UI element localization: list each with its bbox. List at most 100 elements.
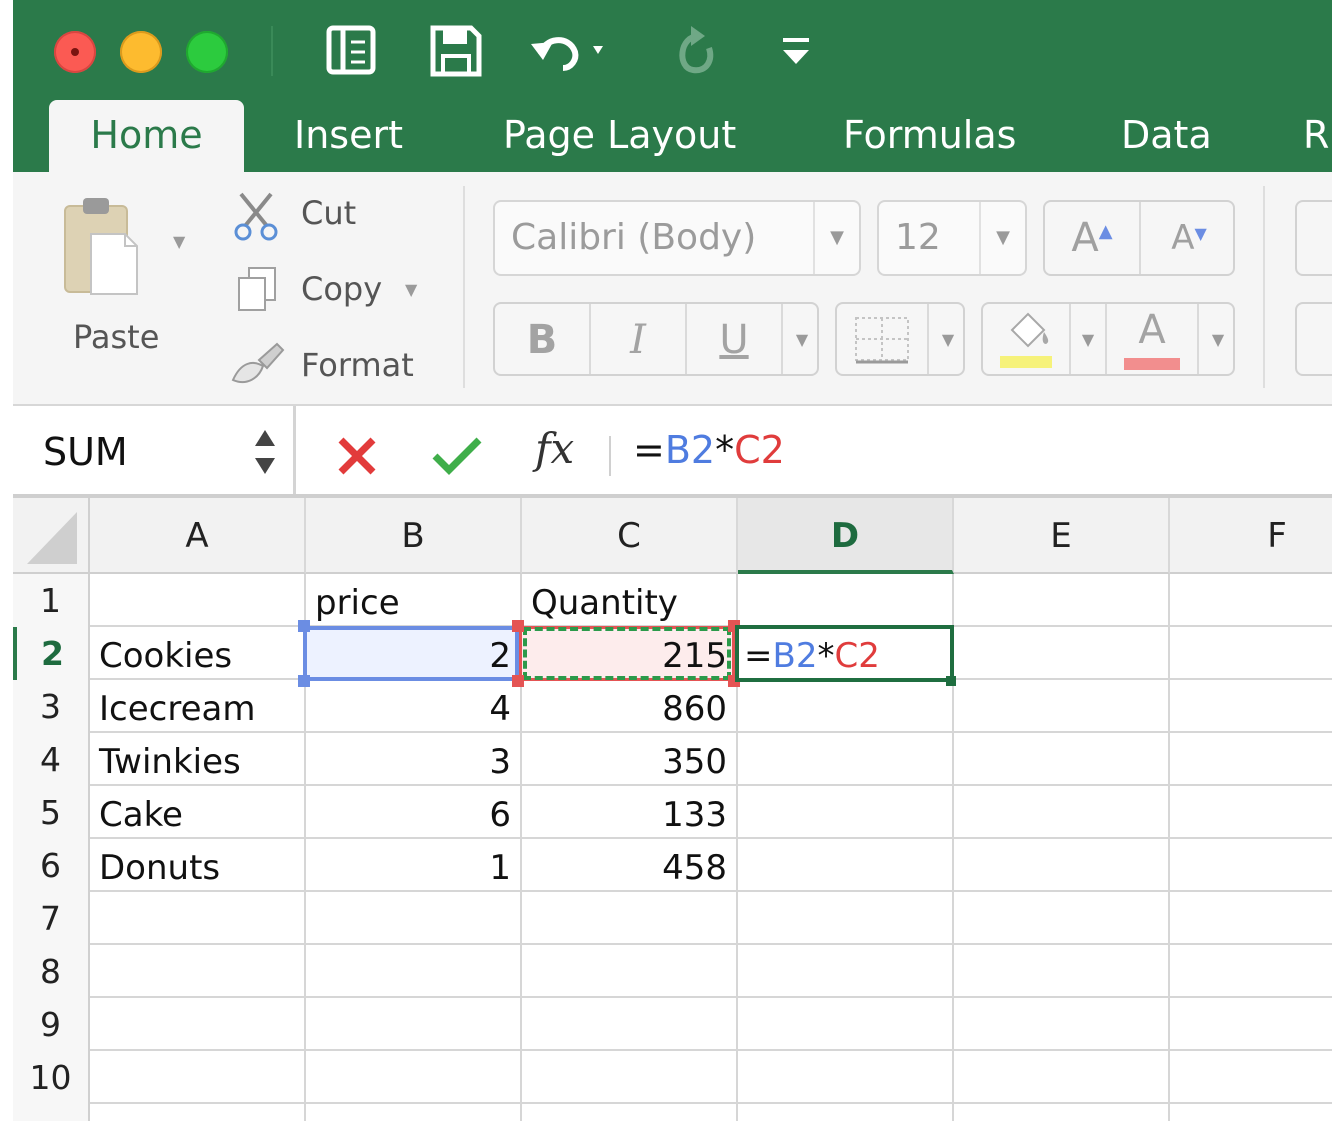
name-box-stepper-icon[interactable] bbox=[251, 422, 279, 480]
close-window-button[interactable] bbox=[54, 31, 96, 73]
cancel-icon[interactable] bbox=[335, 434, 379, 478]
row-header-6[interactable]: 6 bbox=[13, 839, 90, 892]
copy-icon[interactable] bbox=[233, 264, 283, 316]
row-header-1[interactable]: 1 bbox=[13, 574, 90, 627]
row-header-8[interactable]: 8 bbox=[13, 945, 90, 998]
title-bar: Home Insert Page Layout Formulas Data R bbox=[13, 0, 1332, 172]
cell-c3[interactable]: 860 bbox=[522, 680, 736, 733]
scissors-icon[interactable] bbox=[231, 190, 281, 242]
paste-label[interactable]: Paste bbox=[73, 318, 159, 356]
decrease-font-size-button[interactable]: A▼ bbox=[1141, 202, 1233, 274]
formula-input[interactable]: =B2*C2 bbox=[633, 428, 785, 472]
tab-page-layout[interactable]: Page Layout bbox=[503, 100, 736, 172]
font-color-button[interactable]: A bbox=[1107, 304, 1199, 374]
arrow-up-icon: ▲ bbox=[1098, 221, 1113, 242]
cell-c2[interactable]: 215 bbox=[522, 627, 736, 680]
tab-insert[interactable]: Insert bbox=[294, 100, 403, 172]
format-painter-button[interactable]: Format bbox=[301, 346, 414, 384]
tab-formulas[interactable]: Formulas bbox=[843, 100, 1016, 172]
underline-dropdown-icon[interactable]: ▼ bbox=[783, 304, 817, 374]
paint-bucket-icon bbox=[1000, 312, 1052, 368]
formula-bar: SUM fx =B2*C2 bbox=[13, 406, 1332, 498]
row-header-10[interactable]: 10 bbox=[13, 1051, 90, 1104]
copy-button[interactable]: Copy bbox=[301, 270, 382, 308]
borders-group: ▼ bbox=[835, 302, 965, 376]
undo-icon[interactable] bbox=[529, 24, 609, 78]
cell-a4[interactable]: Twinkies bbox=[90, 733, 250, 786]
customize-toolbar-icon[interactable] bbox=[779, 24, 815, 78]
color-group: ▼ A ▼ bbox=[981, 302, 1235, 376]
excel-window: Home Insert Page Layout Formulas Data R … bbox=[13, 0, 1332, 1121]
borders-dropdown-icon[interactable]: ▼ bbox=[929, 304, 963, 374]
tab-data[interactable]: Data bbox=[1121, 100, 1212, 172]
sidebar-toggle-icon[interactable] bbox=[325, 24, 379, 78]
cell-a5[interactable]: Cake bbox=[90, 786, 192, 839]
font-color-dropdown-icon[interactable]: ▼ bbox=[1199, 304, 1233, 374]
insert-function-button[interactable]: fx bbox=[535, 424, 574, 473]
cut-button[interactable]: Cut bbox=[301, 194, 356, 232]
underline-button[interactable]: U bbox=[687, 304, 783, 374]
row-header-3[interactable]: 3 bbox=[13, 680, 90, 733]
cell-c4[interactable]: 350 bbox=[522, 733, 736, 786]
cell-b4[interactable]: 3 bbox=[306, 733, 520, 786]
name-box[interactable]: SUM bbox=[43, 430, 128, 474]
cell-b5[interactable]: 6 bbox=[306, 786, 520, 839]
row-header-4[interactable]: 4 bbox=[13, 733, 90, 786]
redo-icon[interactable] bbox=[669, 24, 719, 78]
column-header-a[interactable]: A bbox=[90, 498, 306, 574]
alignment-group-partial[interactable] bbox=[1295, 200, 1332, 276]
cell-b3[interactable]: 4 bbox=[306, 680, 520, 733]
cell-a2[interactable]: Cookies bbox=[90, 627, 241, 680]
cell-d2-editor[interactable]: =B2*C2 bbox=[738, 627, 889, 680]
save-icon[interactable] bbox=[429, 24, 483, 78]
fill-color-button[interactable] bbox=[983, 304, 1071, 374]
column-header-f[interactable]: F bbox=[1170, 498, 1332, 574]
row-header-11-partial[interactable] bbox=[13, 1104, 90, 1121]
confirm-check-icon[interactable] bbox=[431, 434, 483, 478]
worksheet-grid: A B C D E F 1 2 3 4 5 6 7 8 9 10 price Q… bbox=[13, 498, 1332, 1121]
alignment-group-partial[interactable] bbox=[1295, 302, 1332, 376]
cell-c6[interactable]: 458 bbox=[522, 839, 736, 892]
paste-dropdown-icon[interactable]: ▼ bbox=[173, 232, 185, 251]
font-size-combobox[interactable]: 12 ▼ bbox=[877, 200, 1027, 276]
cell-c5[interactable]: 133 bbox=[522, 786, 736, 839]
cell-b2[interactable]: 2 bbox=[306, 627, 520, 680]
font-size-step-group: A▲ A▼ bbox=[1043, 200, 1235, 276]
formula-ref-b2: B2 bbox=[664, 428, 716, 472]
formula-ref-c2: C2 bbox=[734, 428, 785, 472]
copy-dropdown-icon[interactable]: ▼ bbox=[405, 280, 417, 299]
cell-b6[interactable]: 1 bbox=[306, 839, 520, 892]
tab-review[interactable]: R bbox=[1303, 100, 1329, 172]
bold-button[interactable]: B bbox=[495, 304, 591, 374]
select-all-corner[interactable] bbox=[13, 498, 90, 574]
tab-home[interactable]: Home bbox=[49, 100, 244, 172]
borders-button[interactable] bbox=[837, 304, 929, 374]
fill-handle[interactable] bbox=[946, 676, 956, 686]
cell-b1[interactable]: price bbox=[306, 574, 409, 627]
row-header-9[interactable]: 9 bbox=[13, 998, 90, 1051]
column-header-c[interactable]: C bbox=[522, 498, 738, 574]
cell-a6[interactable]: Donuts bbox=[90, 839, 229, 892]
ribbon-divider bbox=[463, 186, 465, 388]
row-header-5[interactable]: 5 bbox=[13, 786, 90, 839]
row-header-7[interactable]: 7 bbox=[13, 892, 90, 945]
chevron-down-icon[interactable]: ▼ bbox=[813, 202, 859, 274]
minimize-window-button[interactable] bbox=[120, 31, 162, 73]
cell-c1[interactable]: Quantity bbox=[522, 574, 687, 627]
chevron-down-icon[interactable]: ▼ bbox=[979, 202, 1025, 274]
font-name-value: Calibri (Body) bbox=[511, 217, 757, 258]
cell-a3[interactable]: Icecream bbox=[90, 680, 264, 733]
arrow-down-icon: ▼ bbox=[1194, 224, 1207, 243]
column-header-b[interactable]: B bbox=[306, 498, 522, 574]
column-header-e[interactable]: E bbox=[954, 498, 1170, 574]
italic-button[interactable]: I bbox=[591, 304, 687, 374]
fill-color-dropdown-icon[interactable]: ▼ bbox=[1071, 304, 1107, 374]
zoom-window-button[interactable] bbox=[186, 31, 228, 73]
font-name-combobox[interactable]: Calibri (Body) ▼ bbox=[493, 200, 861, 276]
format-painter-icon[interactable] bbox=[229, 340, 285, 388]
row-header-2[interactable]: 2 bbox=[13, 627, 90, 680]
increase-font-size-button[interactable]: A▲ bbox=[1045, 202, 1141, 274]
column-header-d[interactable]: D bbox=[738, 498, 954, 574]
name-box-divider bbox=[293, 406, 296, 494]
clipboard-paste-icon[interactable] bbox=[61, 194, 143, 298]
